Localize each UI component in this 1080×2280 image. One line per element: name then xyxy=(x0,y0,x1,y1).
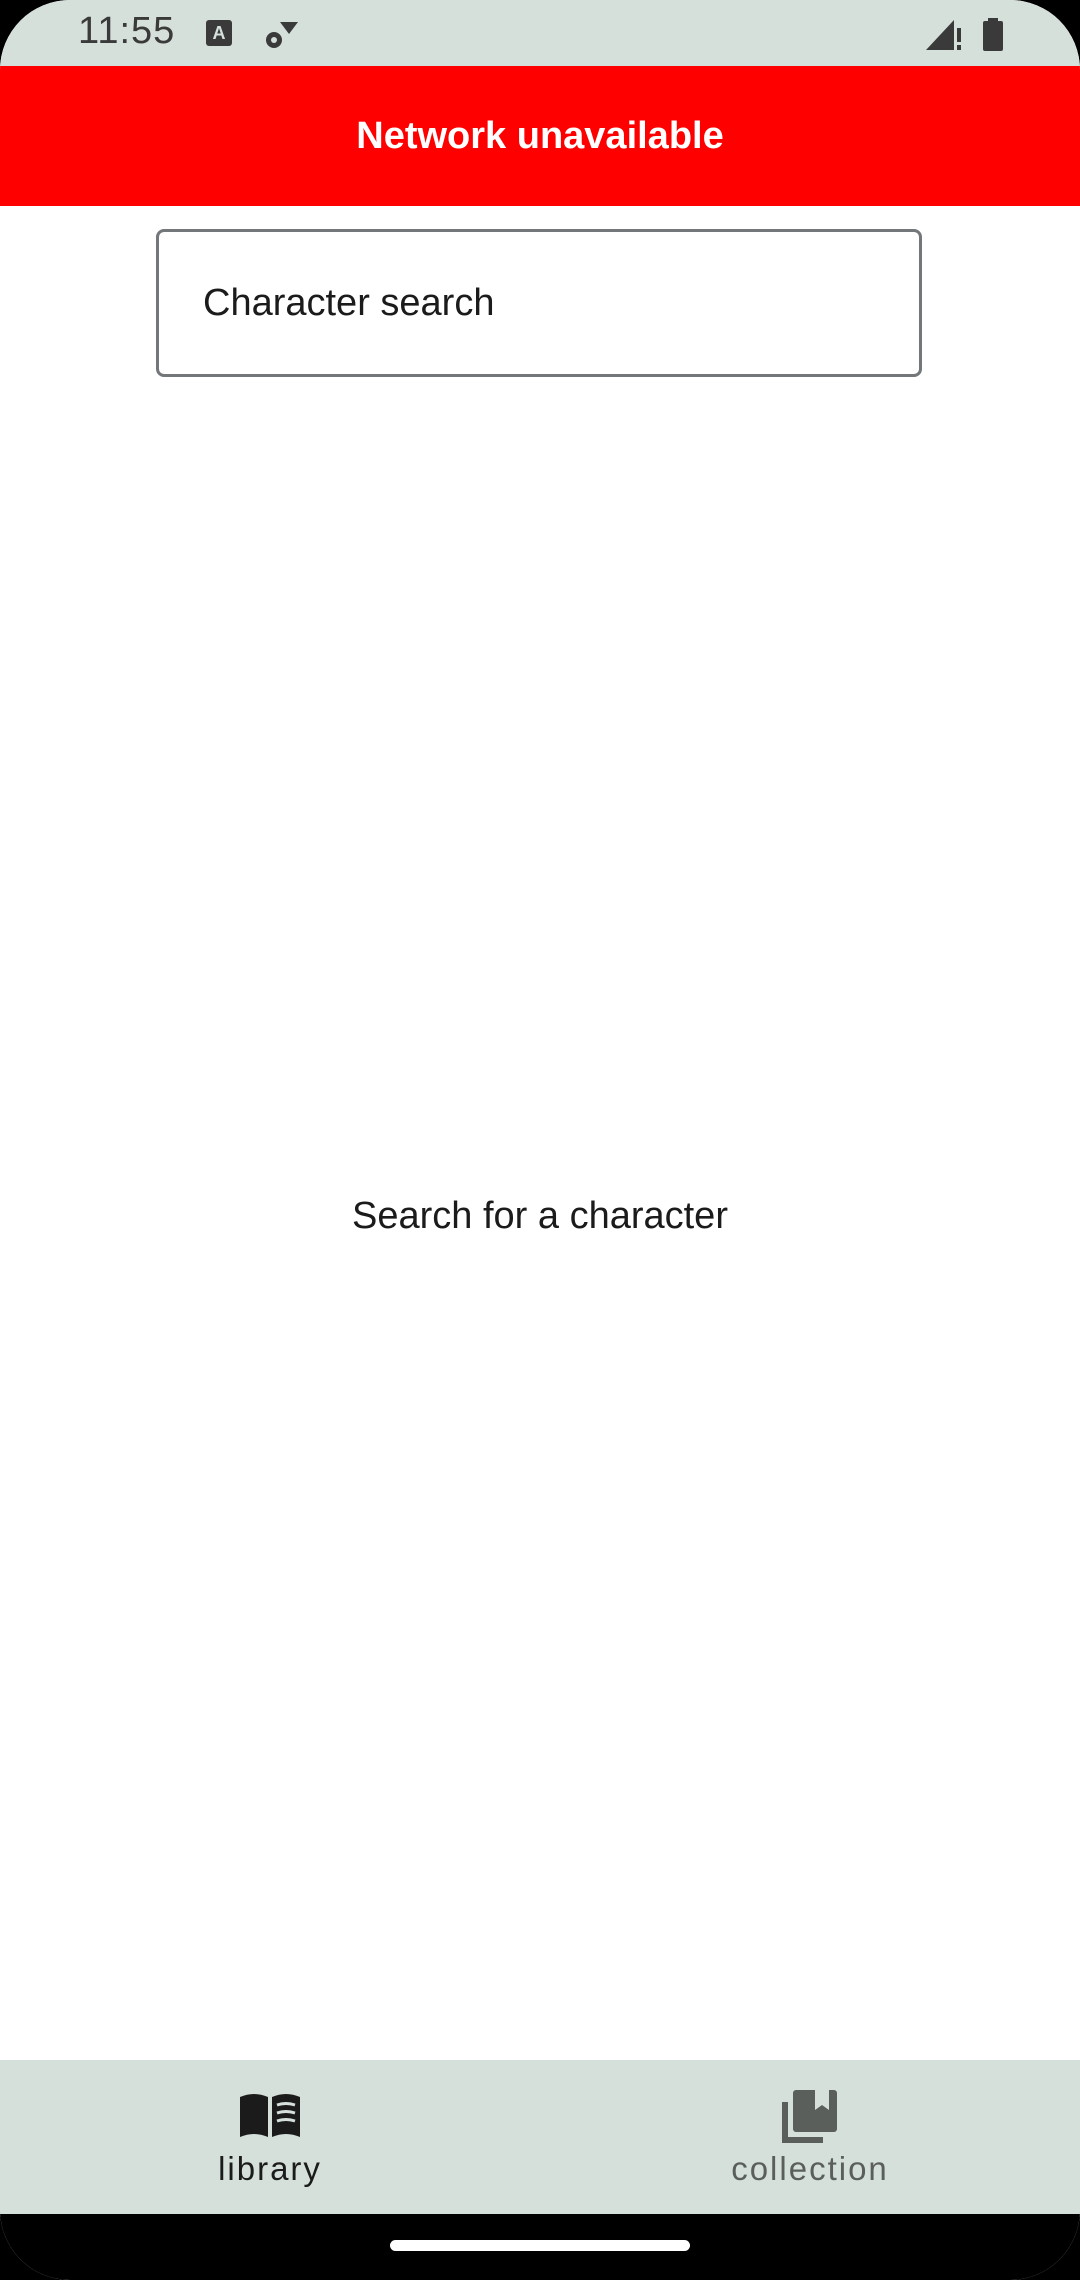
home-gesture-handle[interactable] xyxy=(390,2240,690,2251)
status-time: 11:55 xyxy=(78,10,176,52)
character-search-field[interactable] xyxy=(156,229,922,377)
battery-icon xyxy=(982,18,1004,57)
bookmark-collection-icon xyxy=(775,2086,845,2146)
svg-text:A: A xyxy=(213,23,226,43)
signal-alert-icon xyxy=(926,18,962,57)
status-bar: 11:55 A xyxy=(0,0,1080,66)
nav-label-library: library xyxy=(218,2150,322,2187)
keyboard-a-icon: A xyxy=(206,18,234,53)
app-screen: 11:55 A Network unavailable Character se… xyxy=(0,0,1080,2280)
settings-wifi-icon xyxy=(262,18,300,57)
book-open-icon xyxy=(235,2086,305,2146)
banner-text: Network unavailable xyxy=(356,114,724,157)
nav-label-collection: collection xyxy=(731,2150,889,2187)
character-search-input[interactable] xyxy=(201,280,885,326)
nav-item-collection[interactable]: collection xyxy=(540,2060,1080,2214)
network-unavailable-banner: Network unavailable xyxy=(0,66,1080,206)
empty-state-message: Search for a character xyxy=(352,1195,728,1237)
bottom-navigation: library collection xyxy=(0,2060,1080,2214)
nav-item-library[interactable]: library xyxy=(0,2060,540,2214)
